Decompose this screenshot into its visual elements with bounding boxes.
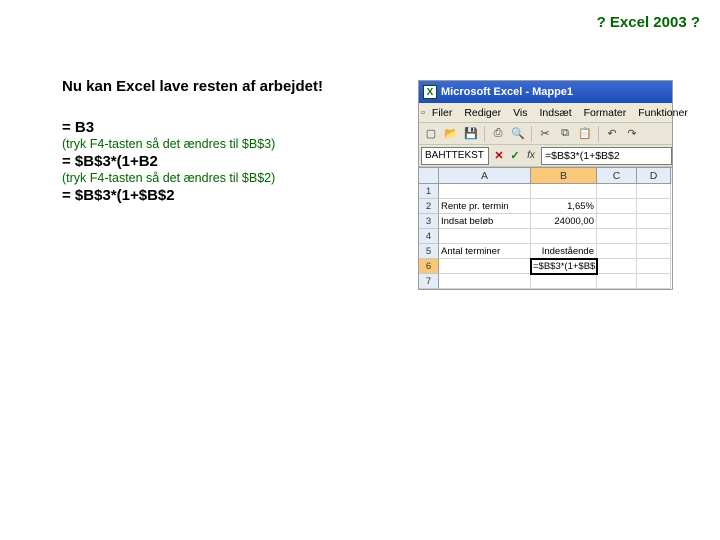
formula-step-2: = $B$3*(1+B2 [62, 153, 392, 170]
cell[interactable] [531, 274, 597, 289]
excel-app-icon: X [423, 85, 437, 99]
name-box[interactable]: BAHTTEKST [421, 147, 489, 165]
cancel-icon[interactable]: ✕ [491, 148, 507, 164]
spreadsheet-grid: A B C D 1 2 Rente pr. termin 1,65% 3 Ind… [419, 167, 672, 289]
cell[interactable] [597, 214, 637, 229]
page-header: ? Excel 2003 ? [597, 14, 700, 31]
row-header[interactable]: 4 [419, 229, 439, 244]
new-doc-icon[interactable]: ▢ [422, 125, 440, 143]
cell[interactable] [439, 259, 531, 274]
hint-2: (tryk F4-tasten så det ændres til $B$2) [62, 171, 392, 185]
column-headers: A B C D [419, 168, 672, 184]
excel-titlebar[interactable]: X Microsoft Excel - Mappe1 [419, 81, 672, 103]
grid-row: 6 =$B$3*(1+$B$2 [419, 259, 672, 274]
cell[interactable]: 24000,00 [531, 214, 597, 229]
select-all-corner[interactable] [419, 168, 439, 184]
cell[interactable]: Rente pr. termin [439, 199, 531, 214]
cell[interactable]: Indestående [531, 244, 597, 259]
cell[interactable] [597, 199, 637, 214]
row-header[interactable]: 2 [419, 199, 439, 214]
formula-input[interactable]: =$B$3*(1+$B$2 [541, 147, 672, 165]
cell[interactable] [597, 184, 637, 199]
col-header-C[interactable]: C [597, 168, 637, 184]
grid-row: 1 [419, 184, 672, 199]
cell[interactable] [637, 244, 671, 259]
row-header[interactable]: 3 [419, 214, 439, 229]
excel-toolbar: ▢ 📂 💾 ⎙ 🔍 ✂ ⧉ 📋 ↶ ↷ [419, 123, 672, 145]
preview-icon[interactable]: 🔍 [509, 125, 527, 143]
menu-vis[interactable]: Vis [508, 106, 532, 120]
cell[interactable] [597, 244, 637, 259]
enter-icon[interactable]: ✓ [507, 148, 523, 164]
toolbar-separator [484, 126, 485, 142]
formula-bar: BAHTTEKST ✕ ✓ fx =$B$3*(1+$B$2 [419, 145, 672, 167]
cell[interactable] [439, 184, 531, 199]
print-icon[interactable]: ⎙ [489, 125, 507, 143]
grid-row: 7 [419, 274, 672, 289]
excel-window: X Microsoft Excel - Mappe1 ▫ Filer Redig… [418, 80, 673, 290]
save-icon[interactable]: 💾 [462, 125, 480, 143]
col-header-B[interactable]: B [531, 168, 597, 184]
menu-rediger[interactable]: Rediger [459, 106, 506, 120]
grid-row: 3 Indsat beløb 24000,00 [419, 214, 672, 229]
cell[interactable]: 1,65% [531, 199, 597, 214]
toolbar-separator [531, 126, 532, 142]
active-cell[interactable]: =$B$3*(1+$B$2 [531, 259, 597, 274]
excel-menubar: ▫ Filer Rediger Vis Indsæt Formater Funk… [419, 103, 672, 123]
hint-1: (tryk F4-tasten så det ændres til $B$3) [62, 137, 392, 151]
cell[interactable] [637, 229, 671, 244]
cell[interactable] [531, 184, 597, 199]
cell[interactable] [597, 274, 637, 289]
formula-step-1: = B3 [62, 119, 392, 136]
cell[interactable] [597, 259, 637, 274]
cell[interactable] [439, 229, 531, 244]
formula-step-3: = $B$3*(1+$B$2 [62, 187, 392, 204]
open-icon[interactable]: 📂 [442, 125, 460, 143]
row-header[interactable]: 6 [419, 259, 439, 274]
undo-icon[interactable]: ↶ [603, 125, 621, 143]
cell[interactable] [637, 274, 671, 289]
menu-formater[interactable]: Formater [579, 106, 632, 120]
col-header-A[interactable]: A [439, 168, 531, 184]
menu-filer[interactable]: Filer [427, 106, 457, 120]
grid-row: 2 Rente pr. termin 1,65% [419, 199, 672, 214]
formula-buttons: ✕ ✓ fx [491, 148, 539, 164]
menu-funktioner[interactable]: Funktioner [633, 106, 693, 120]
menu-indsaet[interactable]: Indsæt [535, 106, 577, 120]
cell[interactable] [637, 184, 671, 199]
row-header[interactable]: 7 [419, 274, 439, 289]
cell[interactable]: Indsat beløb [439, 214, 531, 229]
col-header-D[interactable]: D [637, 168, 671, 184]
cell[interactable]: Antal terminer [439, 244, 531, 259]
cell[interactable] [531, 229, 597, 244]
grid-row: 5 Antal terminer Indestående [419, 244, 672, 259]
cell[interactable] [637, 214, 671, 229]
grid-row: 4 [419, 229, 672, 244]
cut-icon[interactable]: ✂ [536, 125, 554, 143]
excel-doc-icon: ▫ [421, 104, 425, 122]
cell[interactable] [597, 229, 637, 244]
redo-icon[interactable]: ↷ [623, 125, 641, 143]
paste-icon[interactable]: 📋 [576, 125, 594, 143]
cell[interactable] [439, 274, 531, 289]
cell[interactable] [637, 259, 671, 274]
excel-title-text: Microsoft Excel - Mappe1 [441, 86, 573, 98]
fx-icon[interactable]: fx [523, 148, 539, 164]
cell[interactable] [637, 199, 671, 214]
row-header[interactable]: 1 [419, 184, 439, 199]
toolbar-separator [598, 126, 599, 142]
intro-text: Nu kan Excel lave resten af arbejdet! [62, 78, 392, 97]
row-header[interactable]: 5 [419, 244, 439, 259]
copy-icon[interactable]: ⧉ [556, 125, 574, 143]
instruction-panel: Nu kan Excel lave resten af arbejdet! = … [62, 78, 392, 204]
